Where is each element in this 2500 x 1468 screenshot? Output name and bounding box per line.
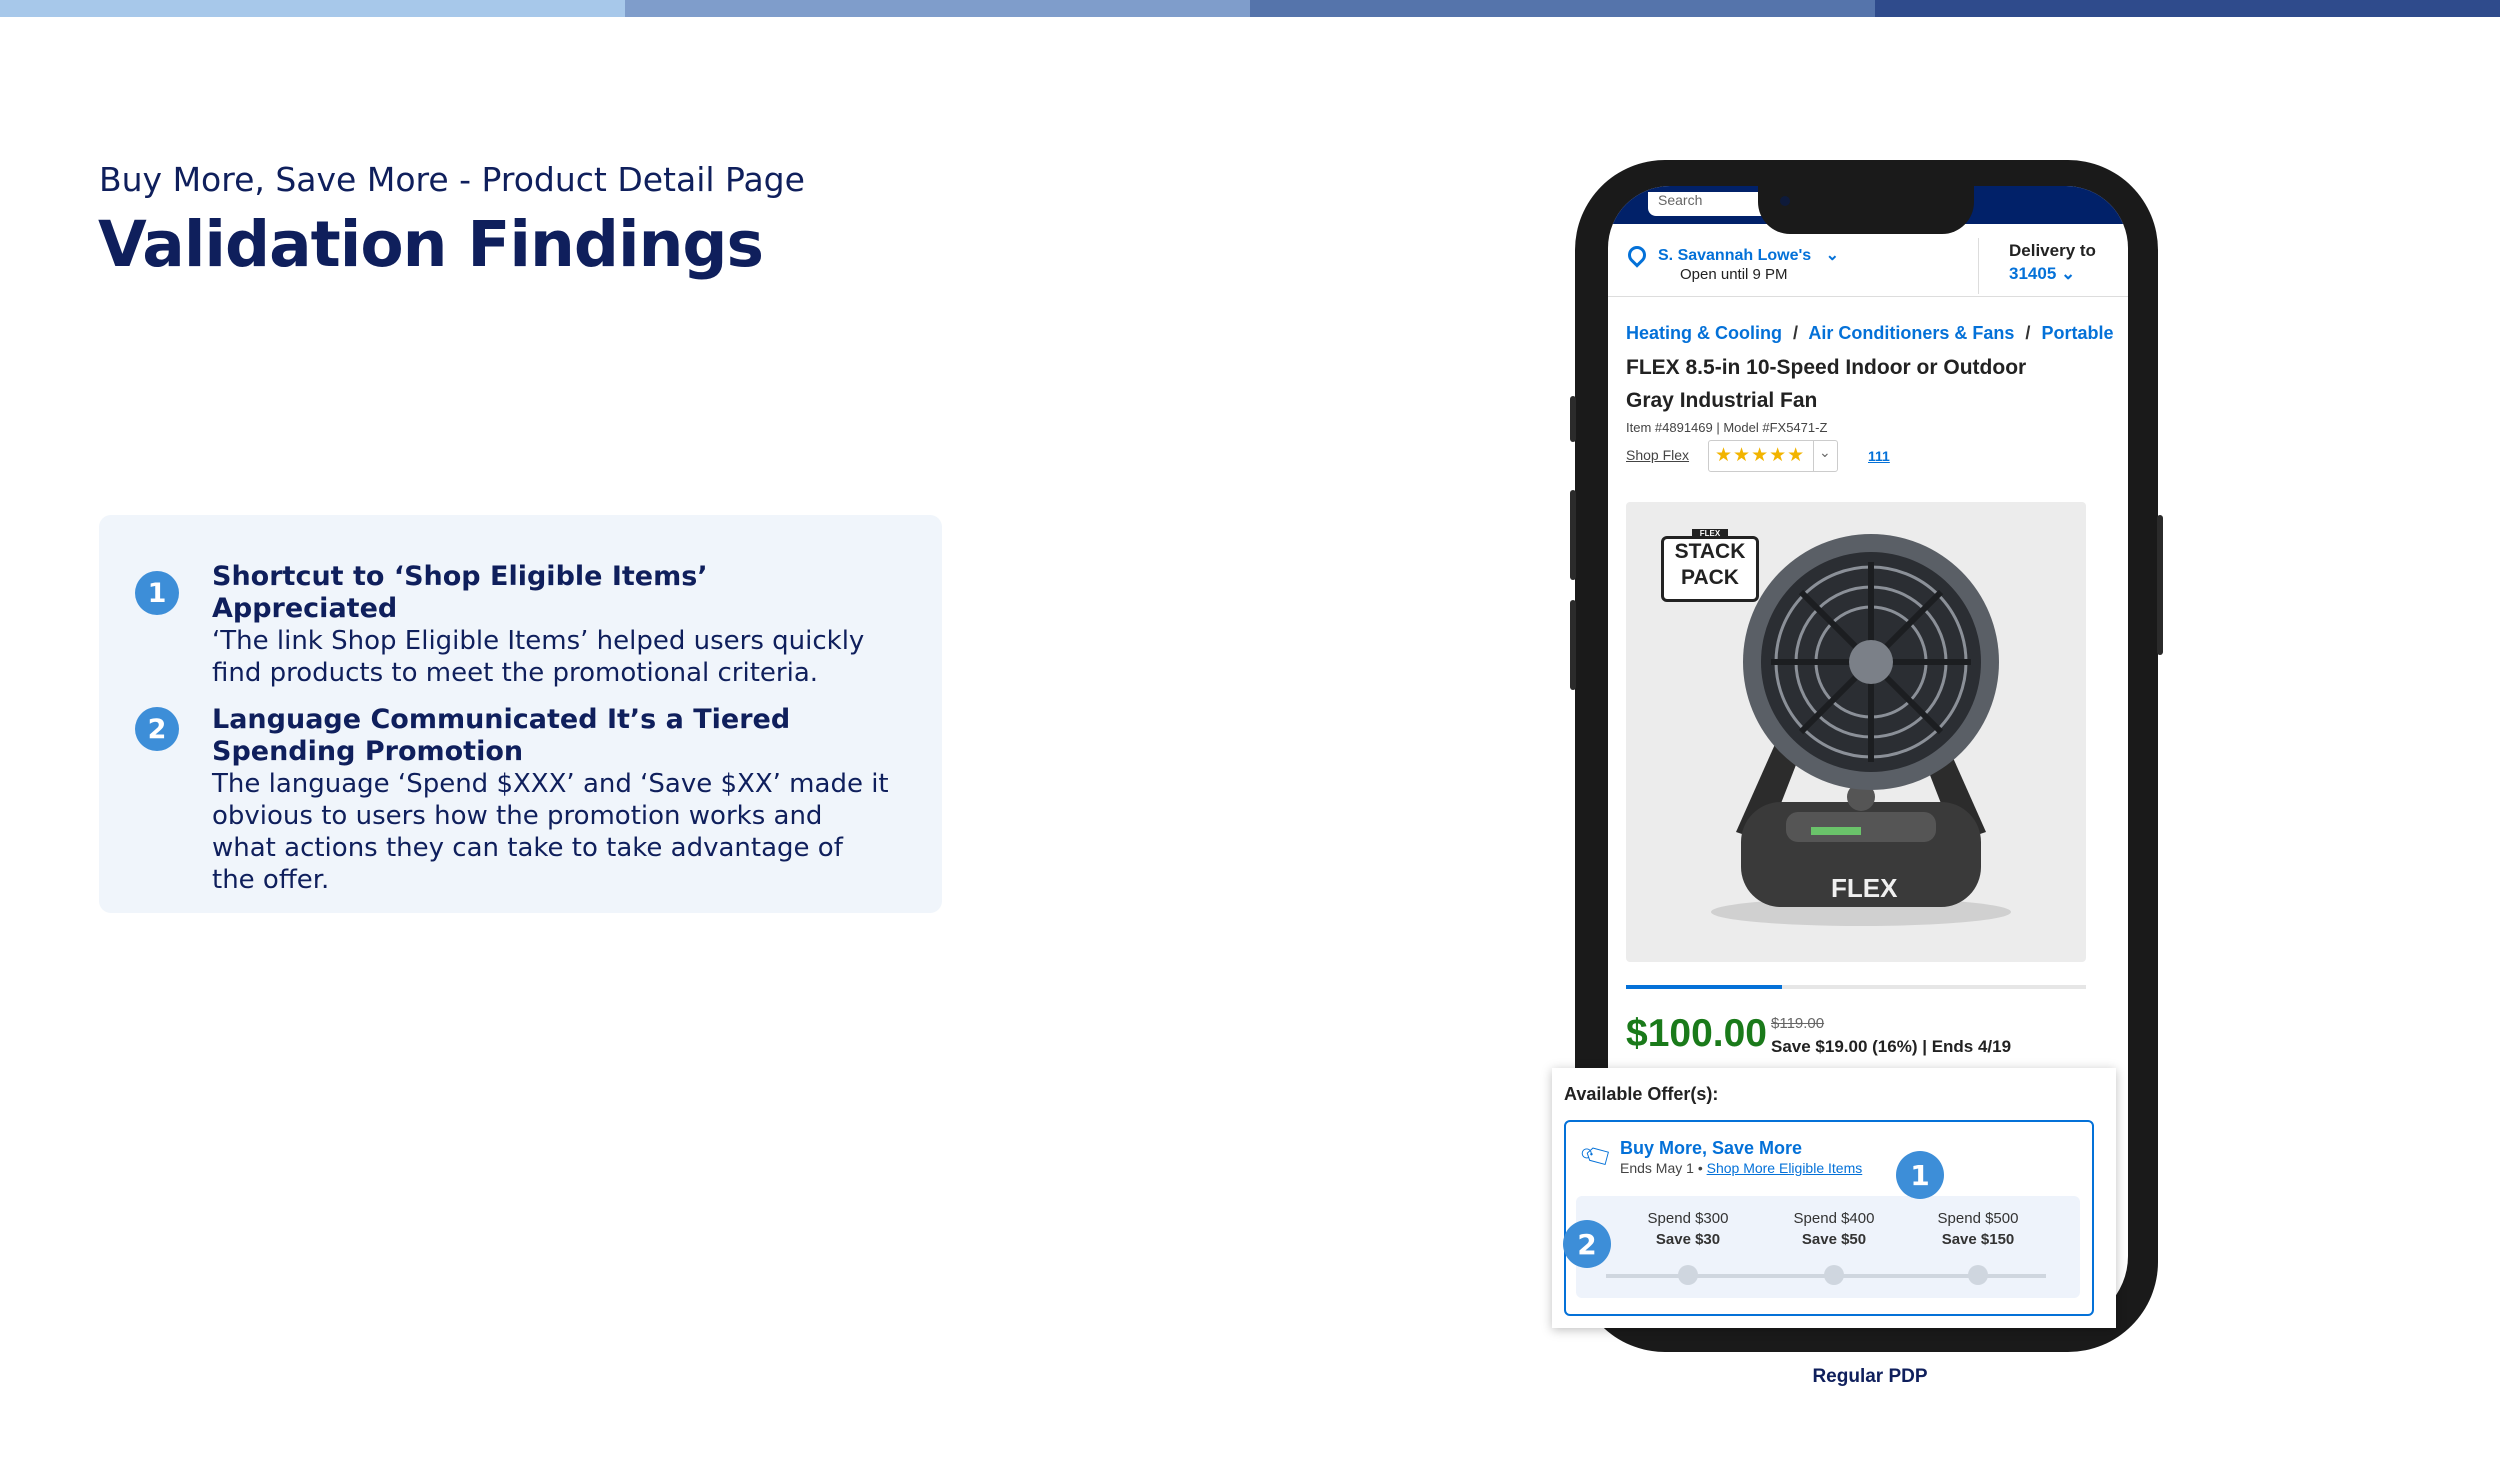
price-tag-icon: 🏷 [1577, 1137, 1618, 1176]
phone-caption: Regular PDP [1812, 1366, 1928, 1387]
tier-3: Spend $500 Save $150 [1918, 1208, 2038, 1250]
review-count-link[interactable]: 111 [1868, 448, 1890, 464]
camera-icon [1780, 196, 1790, 206]
phone-notch [1758, 182, 1974, 234]
tier-spend: Spend $300 [1647, 1210, 1729, 1227]
star-rating-icon: ★★★★★ [1715, 445, 1806, 466]
rating-widget[interactable]: ★★★★★ ⌄ [1708, 440, 1838, 472]
available-offers-panel: Available Offer(s): 🏷 Buy More, Save Mor… [1552, 1068, 2116, 1328]
color-segment-1 [0, 0, 625, 17]
finding-title: Language Communicated It’s a Tiered Spen… [212, 704, 791, 767]
finding-number-2: 2 [135, 707, 179, 751]
tier-dot [1824, 1265, 1844, 1285]
breadcrumb-air-conditioners[interactable]: Air Conditioners & Fans [1808, 323, 2014, 343]
tier-save: Save $150 [1941, 1231, 2015, 1248]
product-title-line1: FLEX 8.5-in 10-Speed Indoor or Outdoor [1626, 356, 2027, 379]
tier-save: Save $50 [1801, 1231, 1867, 1248]
tier-bar: Spend $300 Save $30 Spend $400 Save $50 … [1576, 1196, 2080, 1298]
offer-card[interactable]: 🏷 Buy More, Save More Ends May 1 • Shop … [1564, 1120, 2094, 1316]
delivery-zip-selector[interactable]: 31405 ⌄ [2009, 264, 2075, 284]
savings-text: Save $19.00 (16%) | Ends 4/19 [1771, 1037, 2012, 1056]
offer-ends: Ends May 1 • [1620, 1160, 1703, 1176]
callout-badge-1: 1 [1896, 1151, 1944, 1199]
divider [1978, 238, 1979, 294]
finding-2: Language Communicated It’s a Tiered Spen… [212, 704, 892, 896]
color-segment-3 [1250, 0, 1875, 17]
offers-heading: Available Offer(s): [1564, 1084, 1719, 1104]
tier-1: Spend $300 Save $30 [1628, 1208, 1748, 1250]
delivery-zip: 31405 [2009, 264, 2057, 283]
store-selector[interactable]: S. Savannah Lowe's ⌄ [1658, 245, 1839, 265]
current-price: $100.00 [1626, 1012, 1767, 1055]
store-hours: Open until 9 PM [1680, 266, 1788, 283]
breadcrumb-portable[interactable]: Portable [2041, 323, 2113, 343]
product-image[interactable]: FLEX STACK PACK FLEX [1626, 502, 2086, 962]
breadcrumb-separator: / [1793, 323, 1799, 343]
tier-2: Spend $400 Save $50 [1774, 1208, 1894, 1250]
tier-dot [1968, 1265, 1988, 1285]
tier-save: Save $30 [1655, 1231, 1721, 1248]
was-price: $119.00 [1771, 1015, 1825, 1032]
fan-brand-label: FLEX [1831, 873, 1898, 903]
product-meta: Item #4891469 | Model #FX5471-Z [1626, 420, 1828, 435]
shop-brand-link[interactable]: Shop Flex [1626, 447, 1689, 463]
image-carousel-progress [1626, 985, 2086, 989]
offer-title: Buy More, Save More [1620, 1138, 1803, 1158]
chevron-down-icon: ⌄ [1819, 444, 1831, 460]
shop-eligible-items-link[interactable]: Shop More Eligible Items [1707, 1160, 1863, 1176]
finding-body: The language ‘Spend $XXX’ and ‘Save $XX’… [212, 769, 889, 895]
store-name: S. Savannah Lowe's [1658, 247, 1812, 264]
delivery-label: Delivery to [2009, 241, 2096, 260]
tier-spend: Spend $400 [1793, 1210, 1875, 1227]
finding-body: ‘The link Shop Eligible Items’ helped us… [212, 626, 865, 688]
breadcrumb-heating[interactable]: Heating & Cooling [1626, 323, 1782, 343]
page-subtitle: Buy More, Save More - Product Detail Pag… [99, 160, 805, 199]
breadcrumb-separator: / [2025, 323, 2031, 343]
color-segment-2 [625, 0, 1250, 17]
finding-number-1: 1 [135, 571, 179, 615]
tier-spend: Spend $500 [1937, 1210, 2019, 1227]
offer-subline: Ends May 1 • Shop More Eligible Items [1620, 1160, 1862, 1176]
findings-panel: 1 Shortcut to ‘Shop Eligible Items’ Appr… [99, 515, 942, 913]
page-title: Validation Findings [98, 208, 764, 281]
chevron-down-icon: ⌄ [2061, 264, 2076, 283]
breadcrumb: Heating & Cooling / Air Conditioners & F… [1626, 323, 2113, 344]
tier-dot [1678, 1265, 1698, 1285]
product-title-line2: Gray Industrial Fan [1626, 389, 1818, 412]
callout-badge-2: 2 [1563, 1220, 1611, 1268]
color-segment-4 [1875, 0, 2500, 17]
top-color-bar [0, 0, 2500, 17]
finding-1: Shortcut to ‘Shop Eligible Items’ Apprec… [212, 561, 892, 689]
finding-title: Shortcut to ‘Shop Eligible Items’ Apprec… [212, 561, 708, 624]
fan-product-illustration: FLEX [1711, 534, 2011, 926]
chevron-down-icon: ⌄ [1825, 247, 1840, 264]
